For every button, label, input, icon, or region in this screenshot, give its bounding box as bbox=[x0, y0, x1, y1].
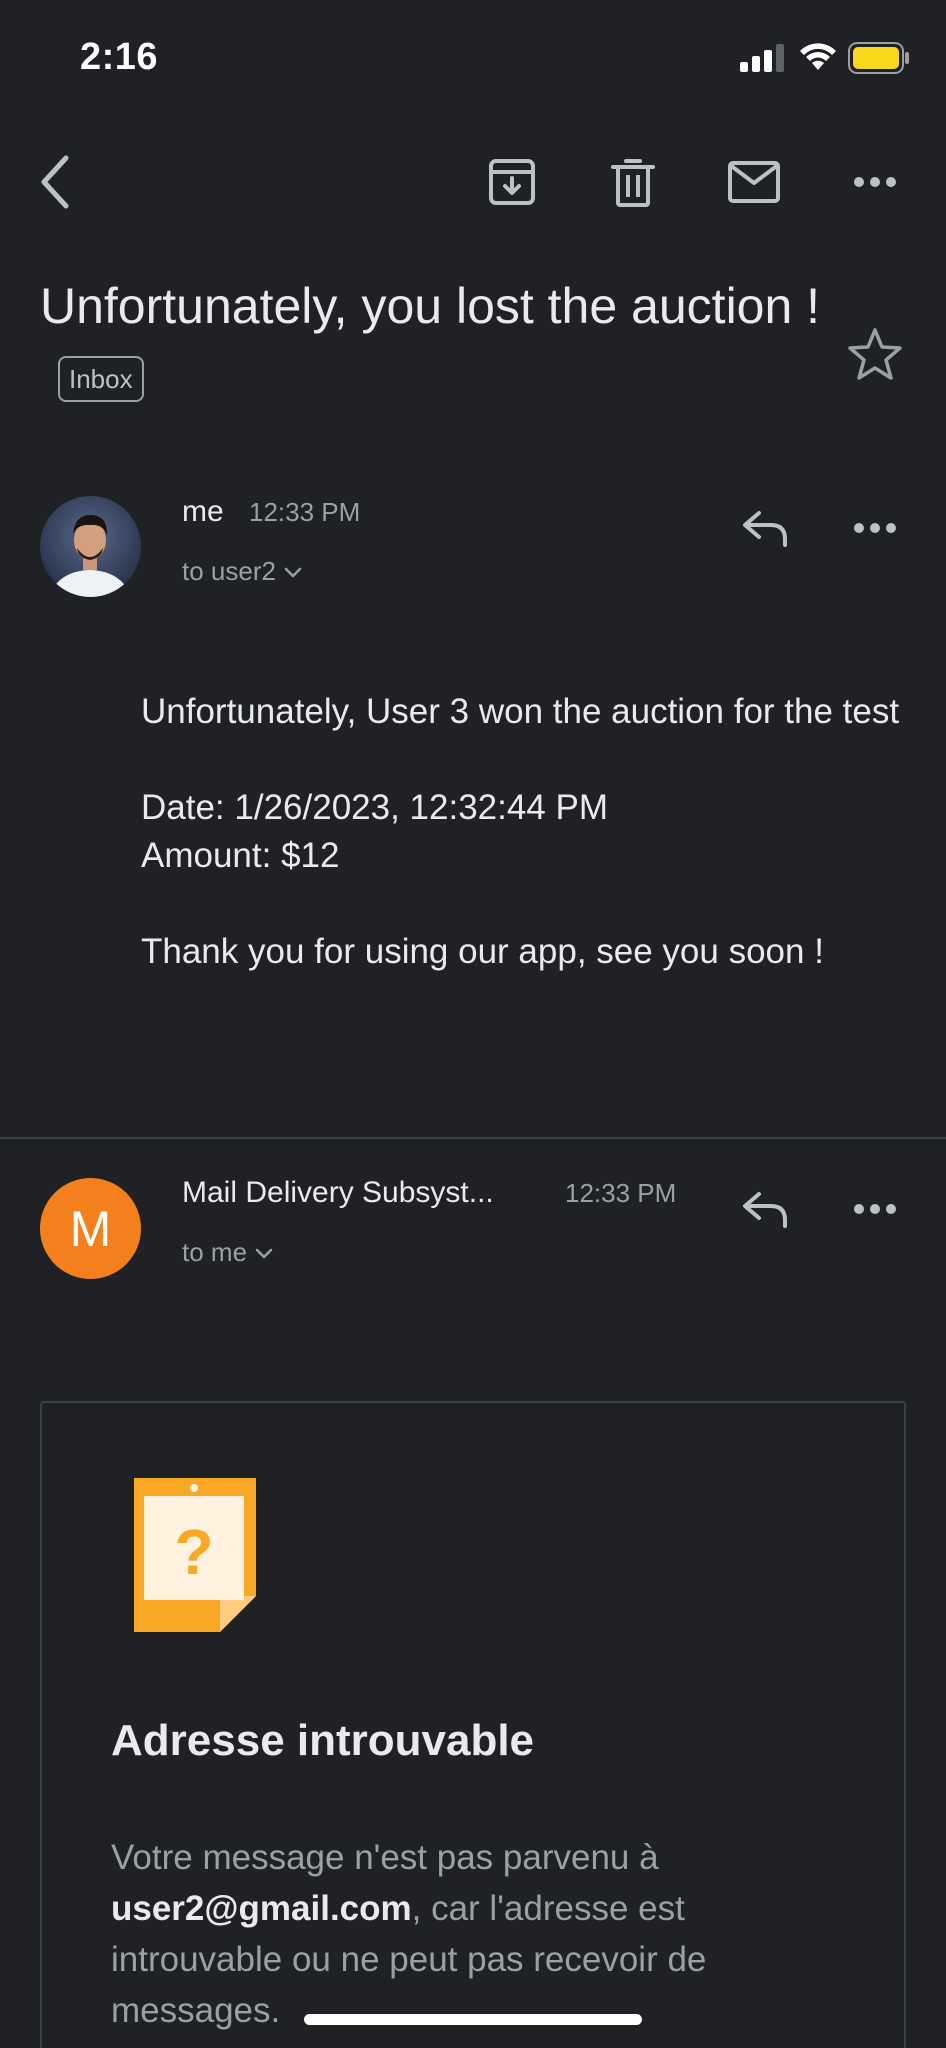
mail-icon bbox=[728, 161, 780, 203]
sender-name: Mail Delivery Subsyst... bbox=[182, 1176, 494, 1209]
reply-button[interactable] bbox=[730, 493, 800, 563]
question-note-icon: ? bbox=[134, 1478, 256, 1632]
inbox-label[interactable]: Inbox bbox=[58, 355, 144, 402]
recipient-dropdown[interactable]: to user2 bbox=[182, 556, 302, 587]
wifi-icon bbox=[800, 43, 836, 70]
recipient-label: to user2 bbox=[182, 556, 276, 586]
chevron-down-icon bbox=[255, 1248, 273, 1258]
back-button[interactable] bbox=[24, 150, 88, 214]
body-thanks: Thank you for using our app, see you soo… bbox=[141, 932, 824, 971]
body-amount: Amount: $12 bbox=[141, 836, 340, 875]
avatar[interactable] bbox=[40, 496, 141, 597]
chevron-down-icon bbox=[284, 567, 302, 577]
recipient-label: to me bbox=[182, 1237, 248, 1267]
trash-icon bbox=[611, 159, 655, 207]
card-title: Adresse introuvable bbox=[111, 1716, 535, 1765]
signal-icon bbox=[740, 44, 784, 72]
delete-button[interactable] bbox=[601, 150, 665, 214]
battery-icon bbox=[848, 42, 909, 74]
archive-icon bbox=[489, 159, 535, 205]
body-date: Date: 1/26/2023, 12:32:44 PM bbox=[141, 788, 608, 827]
subject-title: Unfortunately, you lost the auction ! bbox=[40, 278, 821, 334]
reply-icon bbox=[743, 511, 787, 547]
more-horizontal-icon bbox=[854, 177, 896, 187]
reply-icon bbox=[743, 1192, 787, 1228]
message-time: 12:33 PM bbox=[565, 1178, 677, 1208]
card-text-before: Votre message n'est pas parvenu à bbox=[111, 1838, 659, 1877]
avatar[interactable]: M bbox=[40, 1178, 141, 1279]
sender-name: me bbox=[182, 495, 224, 528]
archive-button[interactable] bbox=[480, 150, 544, 214]
svg-text:?: ? bbox=[174, 1516, 213, 1588]
more-button[interactable] bbox=[843, 150, 907, 214]
profile-photo bbox=[40, 496, 141, 597]
star-icon[interactable] bbox=[846, 326, 904, 384]
bounced-email: user2@gmail.com bbox=[111, 1889, 412, 1928]
more-horizontal-icon bbox=[854, 1204, 896, 1214]
home-indicator[interactable] bbox=[304, 2014, 642, 2025]
chevron-left-icon bbox=[41, 155, 69, 209]
reply-button[interactable] bbox=[730, 1174, 800, 1244]
email-subject: Unfortunately, you lost the auction ! Inb… bbox=[40, 268, 860, 422]
body-line-1: Unfortunately, User 3 won the auction fo… bbox=[141, 692, 900, 731]
mark-unread-button[interactable] bbox=[722, 150, 786, 214]
message-divider bbox=[0, 1137, 946, 1139]
status-time: 2:16 bbox=[80, 36, 159, 78]
recipient-dropdown[interactable]: to me bbox=[182, 1237, 273, 1268]
avatar-letter: M bbox=[69, 1200, 112, 1257]
message-time: 12:33 PM bbox=[249, 497, 361, 527]
message-more-button[interactable] bbox=[840, 1174, 910, 1244]
more-horizontal-icon bbox=[854, 523, 896, 533]
message-more-button[interactable] bbox=[840, 493, 910, 563]
message-body: Unfortunately, User 3 won the auction fo… bbox=[40, 688, 906, 976]
card-text: Votre message n'est pas parvenu à user2@… bbox=[111, 1832, 841, 2036]
